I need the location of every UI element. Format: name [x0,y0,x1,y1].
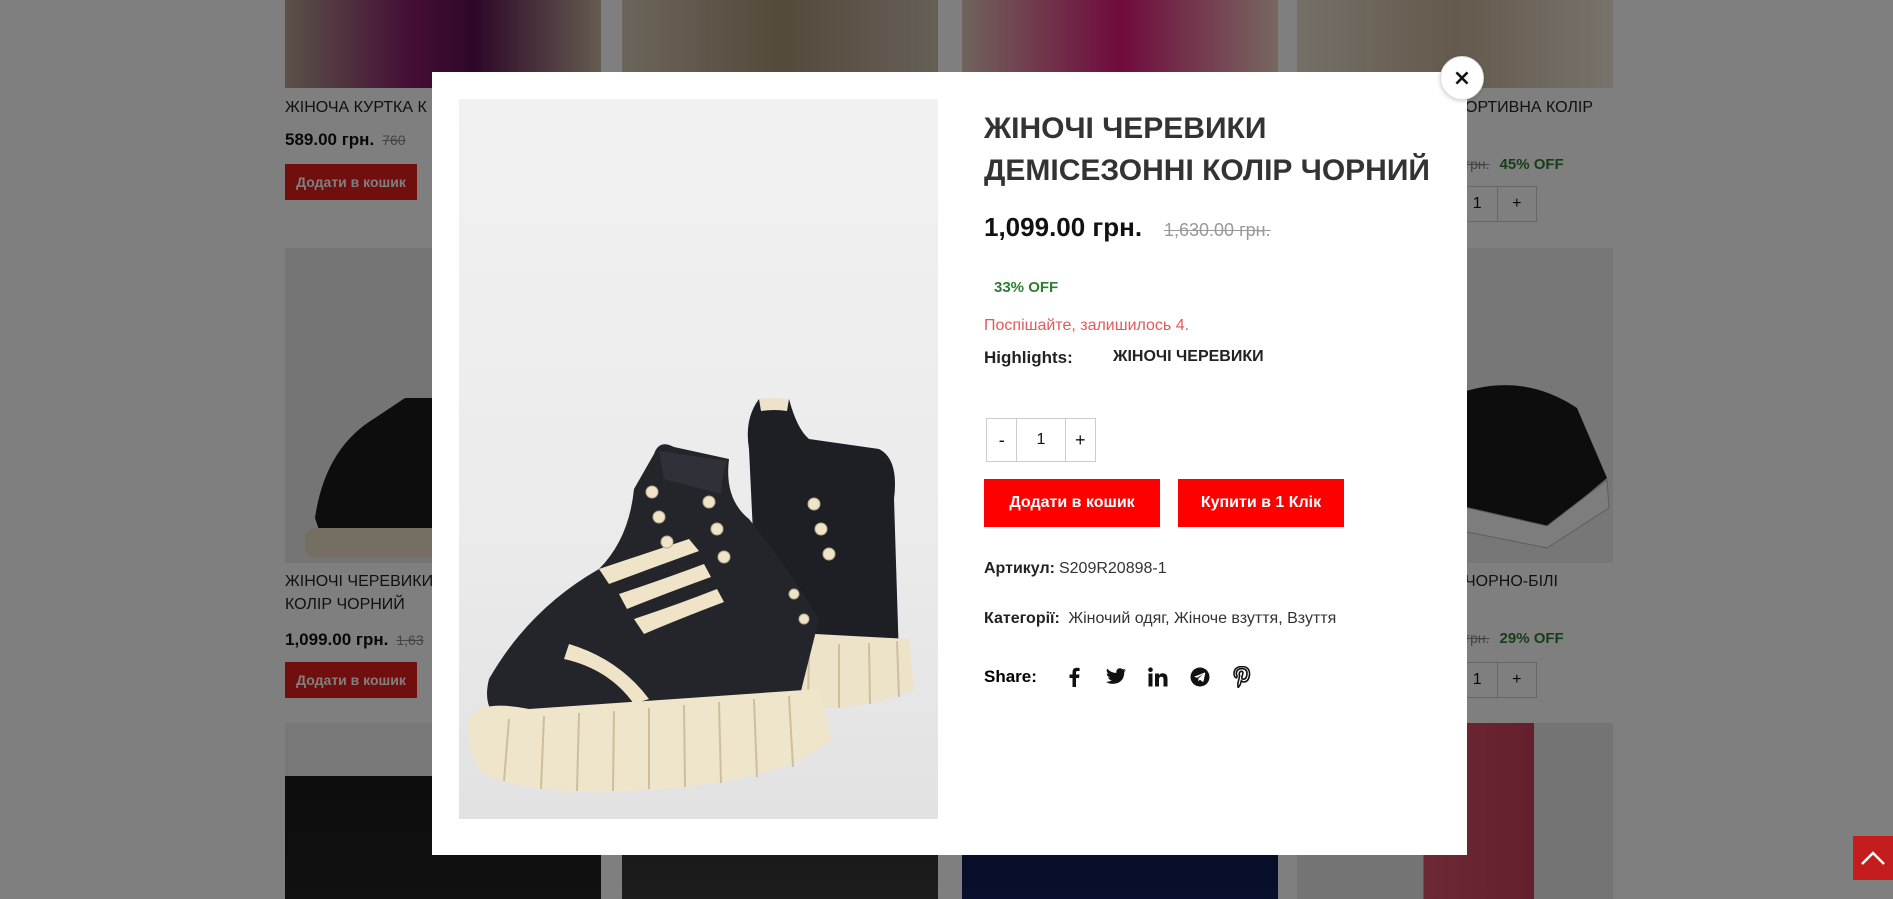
category-separator: , [1165,610,1170,627]
product-main-image[interactable] [459,99,938,819]
sku-label: Артикул: [984,560,1055,577]
quantity-input[interactable]: 1 [1016,419,1066,461]
quantity-plus-button[interactable]: + [1066,419,1095,461]
chevron-up-icon [1861,851,1885,865]
categories-row: Категорії: Жіночий одяг, Жіноче взуття, … [984,610,1336,628]
sku-value: S209R20898-1 [1058,560,1167,577]
category-separator: , [1278,610,1283,627]
quantity-stepper: - 1 + [986,418,1096,462]
twitter-icon[interactable] [1095,664,1137,690]
telegram-icon[interactable] [1179,664,1221,690]
quick-view-modal: ЖІНОЧІ ЧЕРЕВИКИ ДЕМІСЕЗОННІ КОЛІР ЧОРНИЙ… [432,72,1467,855]
category-link[interactable]: Жіночий одяг [1068,610,1165,627]
buy-one-click-button[interactable]: Купити в 1 Клік [1178,479,1344,527]
category-link[interactable]: Жіноче взуття [1174,610,1278,627]
category-link[interactable]: Взуття [1287,610,1336,627]
pinterest-icon[interactable] [1221,664,1263,690]
product-old-price: 1,630.00 грн. [1164,220,1271,240]
product-price: 1,099.00 грн. [984,212,1143,242]
share-label: Share: [984,667,1037,686]
discount-badge: 33% OFF [994,279,1059,296]
share-row: Share: [984,664,1263,690]
stock-notice: Поспішайте, залишилось 4. [984,317,1190,334]
facebook-icon[interactable] [1053,664,1095,690]
product-title: ЖІНОЧІ ЧЕРЕВИКИ ДЕМІСЕЗОННІ КОЛІР ЧОРНИЙ [984,112,1430,187]
quantity-minus-button[interactable]: - [987,419,1016,461]
add-to-cart-button[interactable]: Додати в кошик [984,479,1160,527]
highlights-label: Highlights: [984,348,1073,367]
sku-row: Артикул: S209R20898-1 [984,560,1167,578]
linkedin-icon[interactable] [1137,664,1179,690]
close-modal-button[interactable]: × [1440,56,1484,100]
boots-photo [468,398,914,792]
scroll-to-top-button[interactable] [1853,836,1893,880]
close-icon: × [1452,65,1472,91]
highlights-value: ЖІНОЧІ ЧЕРЕВИКИ [1113,348,1264,365]
categories-label: Категорії: [984,610,1060,627]
